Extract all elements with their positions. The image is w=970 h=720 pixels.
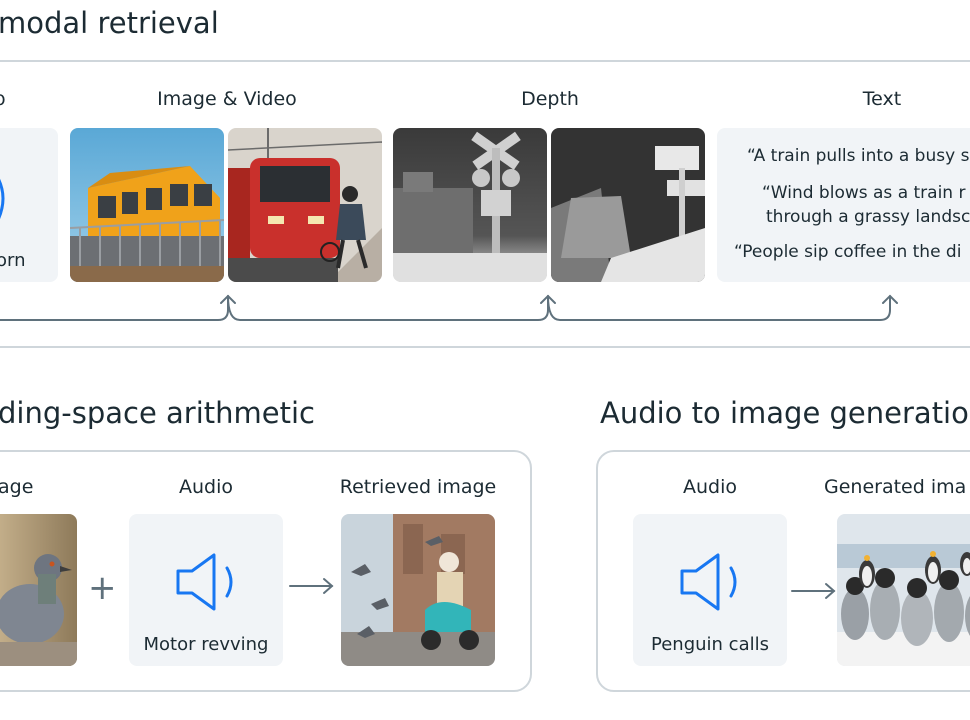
text-quote-1: “A train pulls into a busy s [747, 146, 970, 166]
top-divider [0, 60, 970, 62]
speaker-icon [680, 553, 737, 611]
label-image-video: Image & Video [157, 88, 297, 110]
audio-tile-motor: Motor revving [129, 514, 283, 666]
audio-caption-partial: orn [0, 250, 26, 271]
train-image-red [228, 128, 382, 282]
label-audio-generation: Audio [682, 476, 737, 498]
audio-caption-penguin: Penguin calls [651, 634, 769, 655]
label-retrieved-image: Retrieved image [339, 476, 497, 498]
speaker-icon [176, 553, 233, 611]
section-title-arithmetic: ding-space arithmetic [0, 396, 315, 430]
modality-connector-arrows [0, 294, 898, 321]
arrow-right-icon [289, 578, 334, 594]
retrieved-image-scooter [341, 514, 495, 666]
label-text: Text [862, 88, 902, 110]
label-audio-arithmetic: Audio [178, 476, 233, 498]
pigeon-image [0, 514, 77, 666]
text-quote-3: “People sip coffee in the di [734, 242, 962, 262]
label-depth: Depth [521, 88, 579, 110]
text-quote-2: “Wind blows as a train r [762, 183, 966, 203]
depth-image-crossing [393, 128, 547, 282]
plus-operator: + [88, 568, 117, 608]
section-title-retrieval: modal retrieval [0, 6, 219, 40]
generated-image-penguins [837, 514, 970, 666]
train-image-yellow [70, 128, 224, 282]
text-quote-2-line-2: through a grassy landsc [766, 207, 970, 227]
label-generated-image: Generated ima [824, 476, 967, 498]
label-image-partial: age [0, 476, 34, 498]
section-title-generation: Audio to image generatio [600, 396, 969, 430]
audio-tile-penguin: Penguin calls [633, 514, 787, 666]
audio-caption-motor: Motor revving [143, 634, 269, 655]
label-audio-partial: o [0, 88, 6, 110]
depth-image-platform [551, 128, 705, 282]
arrow-right-icon [791, 583, 836, 599]
middle-divider [0, 346, 970, 348]
